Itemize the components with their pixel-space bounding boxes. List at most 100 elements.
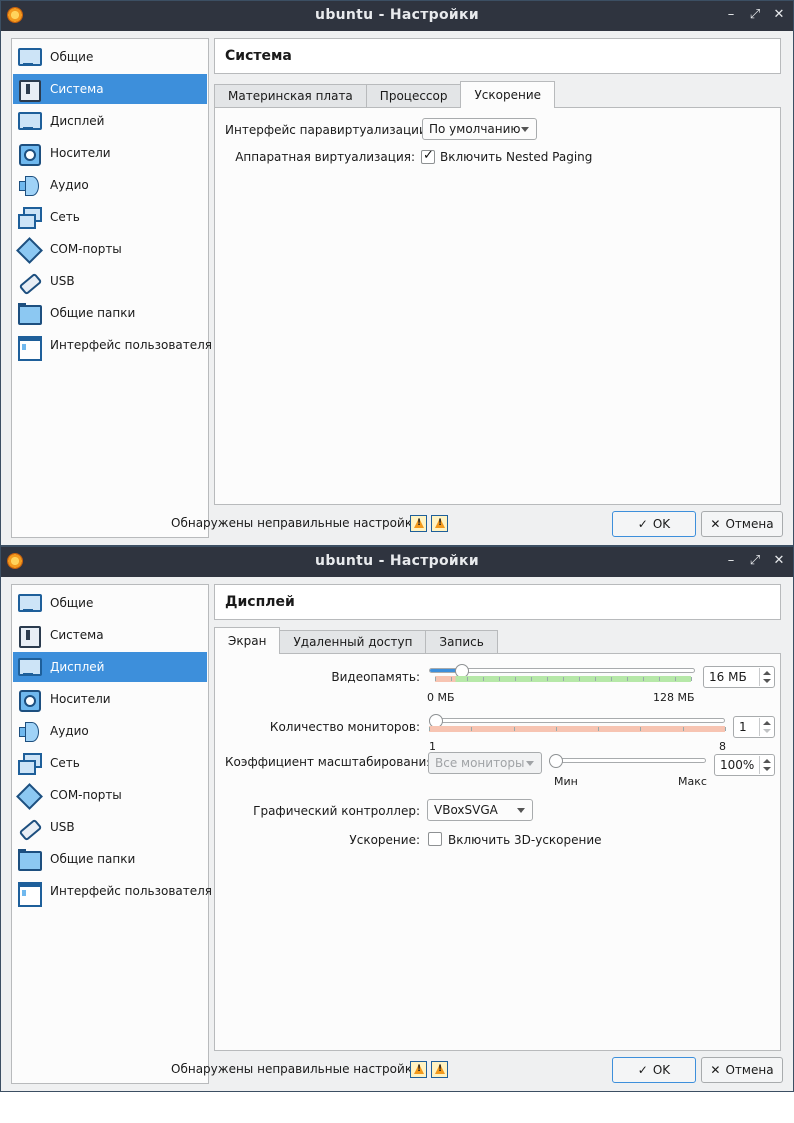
check-icon: ✓ bbox=[637, 517, 648, 531]
sidebar-item-shared-folders[interactable]: Общие папки bbox=[13, 298, 207, 328]
settings-category-list: Общие Система Дисплей Носители Аудио Сет… bbox=[11, 584, 212, 1084]
sidebar-item-network[interactable]: Сеть bbox=[13, 202, 207, 232]
slider-tick bbox=[640, 727, 642, 731]
tab-panel: Интерфейс паравиртуализации: По умолчани… bbox=[214, 107, 781, 505]
monitor-icon bbox=[17, 110, 42, 132]
tab-recording[interactable]: Запись bbox=[425, 630, 498, 654]
slider-tick bbox=[513, 727, 515, 731]
monitor-count-spinbox[interactable]: 1 bbox=[733, 716, 775, 738]
tab-processor[interactable]: Процессор bbox=[365, 84, 462, 108]
sidebar-item-system[interactable]: Система bbox=[13, 74, 207, 104]
invalid-settings-message: Обнаружены неправильные настройки bbox=[171, 516, 420, 530]
3d-acceleration-checkbox[interactable] bbox=[428, 832, 442, 846]
tab-motherboard[interactable]: Материнская плата bbox=[214, 84, 367, 108]
nested-paging-checkbox[interactable] bbox=[421, 148, 435, 164]
spin-arrows-icon[interactable] bbox=[759, 668, 773, 686]
sidebar-item-shared-folders[interactable]: Общие папки bbox=[13, 844, 207, 874]
slider-tick bbox=[483, 677, 484, 681]
cancel-button[interactable]: ✕ Отмена bbox=[701, 1057, 783, 1083]
monitor-count-slider[interactable] bbox=[429, 718, 725, 723]
paravirt-label: Интерфейс паравиртуализации: bbox=[225, 123, 431, 137]
ok-button[interactable]: ✓ OK bbox=[612, 1057, 696, 1083]
video-memory-spinbox[interactable]: 16 МБ bbox=[703, 666, 775, 688]
sidebar-item-storage[interactable]: Носители bbox=[13, 138, 207, 168]
slider-tick bbox=[429, 727, 430, 731]
sidebar-item-audio[interactable]: Аудио bbox=[13, 716, 207, 746]
slider-tick bbox=[579, 677, 580, 681]
tab-remote-display[interactable]: Удаленный доступ bbox=[279, 630, 427, 654]
scale-factor-min: Мин bbox=[554, 775, 578, 788]
maximize-icon[interactable]: ⤢ bbox=[749, 7, 761, 22]
warning-icon[interactable] bbox=[410, 515, 427, 532]
warning-icon[interactable] bbox=[431, 515, 448, 532]
slider-tick bbox=[691, 677, 692, 681]
title-bar[interactable]: ubuntu - Настройки – ⤢ ✕ bbox=[1, 1, 793, 31]
slider-tick bbox=[627, 677, 628, 681]
warning-icon[interactable] bbox=[410, 1061, 427, 1078]
paravirt-value: По умолчанию bbox=[429, 122, 521, 136]
spin-arrows-icon[interactable] bbox=[759, 718, 773, 736]
slider-tick bbox=[595, 677, 596, 681]
network-icon bbox=[17, 206, 42, 229]
minimize-icon[interactable]: – bbox=[725, 553, 737, 568]
maximize-icon[interactable]: ⤢ bbox=[749, 553, 761, 568]
slider-tick bbox=[563, 677, 564, 681]
tab-screen[interactable]: Экран bbox=[214, 627, 281, 654]
3d-acceleration-label[interactable]: Включить 3D-ускорение bbox=[448, 833, 602, 847]
close-icon: ✕ bbox=[710, 517, 721, 531]
serial-port-icon bbox=[17, 784, 39, 806]
sidebar-item-usb[interactable]: USB bbox=[13, 266, 207, 296]
minimize-icon[interactable]: – bbox=[725, 7, 737, 22]
sidebar-item-user-interface[interactable]: Интерфейс пользователя bbox=[13, 330, 212, 361]
chevron-down-icon bbox=[526, 761, 534, 766]
sidebar-item-storage[interactable]: Носители bbox=[13, 684, 207, 714]
warning-icon[interactable] bbox=[431, 1061, 448, 1078]
scale-monitor-combo[interactable]: Все мониторы bbox=[428, 752, 542, 774]
close-icon[interactable]: ✕ bbox=[773, 7, 785, 22]
graphics-controller-value: VBoxSVGA bbox=[434, 803, 498, 817]
scale-factor-slider-handle[interactable] bbox=[549, 754, 563, 768]
sidebar-item-system[interactable]: Система bbox=[13, 620, 207, 650]
sidebar-item-user-interface[interactable]: Интерфейс пользователя bbox=[13, 876, 212, 907]
cancel-button[interactable]: ✕ Отмена bbox=[701, 511, 783, 537]
settings-category-list: Общие Система Дисплей Носители Аудио Сет… bbox=[11, 38, 212, 538]
scale-factor-slider[interactable] bbox=[551, 758, 706, 763]
window-title: ubuntu - Настройки bbox=[315, 7, 479, 23]
disk-icon bbox=[17, 688, 41, 712]
paravirt-combo[interactable]: По умолчанию bbox=[422, 118, 537, 140]
slider-tick bbox=[643, 677, 644, 681]
sidebar-item-network[interactable]: Сеть bbox=[13, 748, 207, 778]
folder-icon bbox=[17, 848, 42, 871]
sidebar-item-audio[interactable]: Аудио bbox=[13, 170, 207, 200]
nested-paging-label[interactable]: Включить Nested Paging bbox=[440, 150, 592, 164]
window-title: ubuntu - Настройки bbox=[315, 553, 479, 569]
monitor-icon bbox=[17, 656, 42, 678]
spin-arrows-icon[interactable] bbox=[759, 756, 773, 774]
tab-bar: Материнская плата Процессор Ускорение bbox=[214, 81, 556, 108]
slider-tick bbox=[555, 727, 557, 731]
video-memory-value: 16 МБ bbox=[709, 670, 747, 684]
sidebar-item-display[interactable]: Дисплей bbox=[13, 652, 207, 682]
scale-factor-spinbox[interactable]: 100% bbox=[714, 754, 775, 776]
sidebar-item-serial-ports[interactable]: COM-порты bbox=[13, 780, 207, 810]
ok-button[interactable]: ✓ OK bbox=[612, 511, 696, 537]
graphics-controller-combo[interactable]: VBoxSVGA bbox=[427, 799, 533, 821]
tab-acceleration[interactable]: Ускорение bbox=[460, 81, 556, 108]
slider-tick bbox=[547, 677, 548, 681]
close-icon: ✕ bbox=[710, 1063, 721, 1077]
graphics-controller-label: Графический контроллер: bbox=[253, 804, 420, 818]
section-title: Дисплей bbox=[214, 584, 781, 620]
usb-icon bbox=[17, 816, 39, 838]
sidebar-item-usb[interactable]: USB bbox=[13, 812, 207, 842]
sidebar-item-display[interactable]: Дисплей bbox=[13, 106, 207, 136]
slider-tick bbox=[499, 677, 500, 681]
sidebar-item-general[interactable]: Общие bbox=[13, 42, 207, 72]
monitor-count-value: 1 bbox=[739, 720, 747, 734]
sidebar-item-general[interactable]: Общие bbox=[13, 588, 207, 618]
close-icon[interactable]: ✕ bbox=[773, 553, 785, 568]
sidebar-item-serial-ports[interactable]: COM-порты bbox=[13, 234, 207, 264]
scale-factor-label: Коэффициент масштабирования: bbox=[225, 755, 438, 769]
slider-tick bbox=[675, 677, 676, 681]
title-bar[interactable]: ubuntu - Настройки – ⤢ ✕ bbox=[1, 547, 793, 577]
slider-tick bbox=[531, 677, 532, 681]
